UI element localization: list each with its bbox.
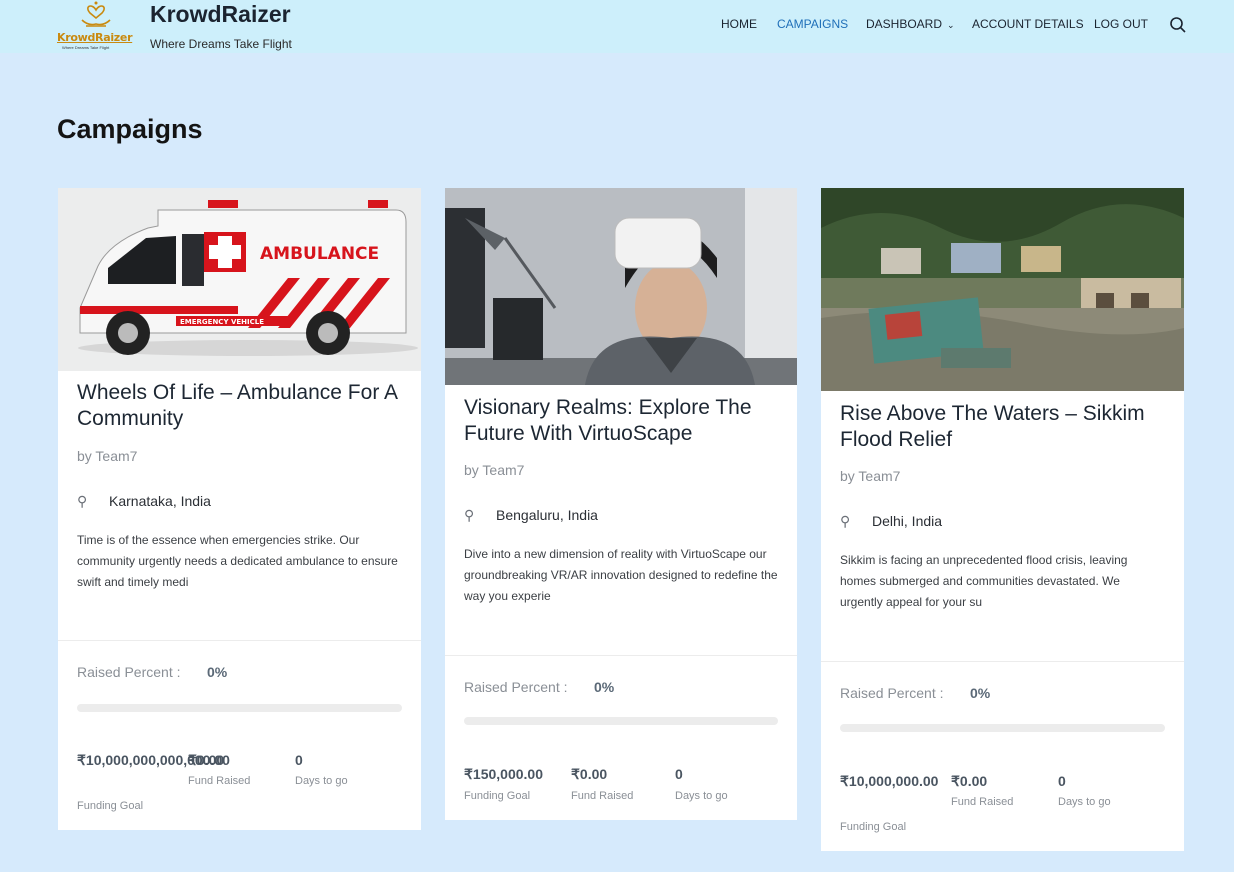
funding-goal-label: Funding Goal [77, 800, 144, 812]
fund-raised-label: Fund Raised [188, 775, 251, 787]
chevron-down-icon: ⌄ [947, 20, 955, 30]
raised-percent-value: 0% [207, 664, 228, 680]
campaign-card: Visionary Realms: Explore The Future Wit… [445, 188, 797, 820]
campaign-description: Sikkim is facing an unprecedented flood … [840, 553, 1128, 609]
campaign-title[interactable]: Visionary Realms: Explore The Future Wit… [464, 395, 784, 447]
days-to-go-value: 0 [295, 752, 303, 768]
location-pin-icon: ⚲ [840, 513, 851, 529]
campaign-image-flood[interactable] [821, 188, 1184, 391]
campaign-location-text: Delhi, India [872, 513, 943, 529]
card-divider [821, 661, 1184, 662]
location-pin-icon: ⚲ [77, 493, 88, 509]
campaign-title[interactable]: Rise Above The Waters – Sikkim Flood Rel… [840, 401, 1170, 453]
days-to-go-value: 0 [1058, 773, 1066, 789]
fund-raised-value: ₹0.00 [571, 766, 608, 782]
site-tagline: Where Dreams Take Flight [150, 37, 292, 51]
hands-heart-icon [81, 1, 111, 27]
logo-tagline: Where Dreams Take Flight [62, 45, 110, 50]
ambulance-banner-text: AMBULANCE [260, 244, 379, 264]
location-pin-icon: ⚲ [464, 507, 475, 523]
campaign-title[interactable]: Wheels Of Life – Ambulance For A Communi… [77, 380, 407, 432]
funding-goal-value: ₹10,000,000.00 [840, 773, 939, 789]
card-divider [445, 655, 797, 656]
page-title: Campaigns [57, 114, 203, 144]
campaign-location: ⚲ Delhi, India [840, 513, 942, 530]
logo-text: KrowdRaizer [57, 31, 133, 44]
campaign-location-text: Bengaluru, India [496, 507, 598, 523]
campaign-card: Rise Above The Waters – Sikkim Flood Rel… [821, 188, 1184, 851]
days-to-go-label: Days to go [675, 790, 728, 802]
nav-dashboard-label: DASHBOARD [866, 17, 943, 31]
raised-percent-label: Raised Percent : [77, 664, 181, 680]
fund-raised-label: Fund Raised [951, 796, 1014, 808]
progress-bar [77, 704, 402, 712]
raised-percent-value: 0% [594, 679, 615, 695]
campaign-description: Dive into a new dimension of reality wit… [464, 547, 778, 603]
campaign-location: ⚲ Karnataka, India [77, 493, 211, 510]
site-logo[interactable]: KrowdRaizer Where Dreams Take Flight [56, 0, 136, 53]
nav-campaigns[interactable]: CAMPAIGNS [777, 17, 848, 31]
fund-raised-value: ₹0.00 [951, 773, 988, 789]
nav-account-details[interactable]: ACCOUNT DETAILS [972, 17, 1084, 31]
ambulance-illustration: AMBULANCE EMERGENCY VEHICLE [58, 188, 421, 371]
funding-goal-value: ₹10,000,000,000,000.00 [77, 752, 230, 768]
funding-goal-label: Funding Goal [840, 821, 907, 833]
raised-percent-label: Raised Percent : [464, 679, 568, 695]
fund-raised-label: Fund Raised [571, 790, 634, 802]
site-header: KrowdRaizer Where Dreams Take Flight Kro… [0, 0, 1234, 53]
nav-dashboard[interactable]: DASHBOARD ⌄ [866, 17, 955, 31]
progress-bar [464, 717, 778, 725]
days-to-go-label: Days to go [295, 775, 348, 787]
campaign-image-ambulance[interactable]: AMBULANCE EMERGENCY VEHICLE [58, 188, 421, 371]
campaign-author[interactable]: by Team7 [840, 468, 900, 484]
search-button[interactable] [1169, 16, 1187, 34]
campaign-author[interactable]: by Team7 [77, 448, 137, 464]
campaign-description: Time is of the essence when emergencies … [77, 533, 398, 589]
days-to-go-label: Days to go [1058, 796, 1111, 808]
site-brand[interactable]: KrowdRaizer [150, 1, 291, 28]
raised-percent-value: 0% [970, 685, 991, 701]
nav-home[interactable]: HOME [721, 17, 757, 31]
fund-raised-value: ₹0.00 [188, 752, 225, 768]
nav-log-out[interactable]: LOG OUT [1094, 17, 1148, 31]
campaign-card: AMBULANCE EMERGENCY VEHICLE Wheels Of Li… [58, 188, 421, 830]
campaign-location: ⚲ Bengaluru, India [464, 507, 598, 524]
days-to-go-value: 0 [675, 766, 683, 782]
search-icon [1170, 17, 1186, 33]
card-divider [58, 640, 421, 641]
ambulance-small-text: EMERGENCY VEHICLE [180, 318, 264, 326]
vr-headset-illustration [445, 188, 797, 385]
progress-bar [840, 724, 1165, 732]
flood-illustration [821, 188, 1184, 391]
campaign-image-vr[interactable] [445, 188, 797, 385]
raised-percent-label: Raised Percent : [840, 685, 944, 701]
campaign-location-text: Karnataka, India [109, 493, 211, 509]
campaign-author[interactable]: by Team7 [464, 462, 524, 478]
funding-goal-value: ₹150,000.00 [464, 766, 543, 782]
funding-goal-label: Funding Goal [464, 790, 531, 802]
